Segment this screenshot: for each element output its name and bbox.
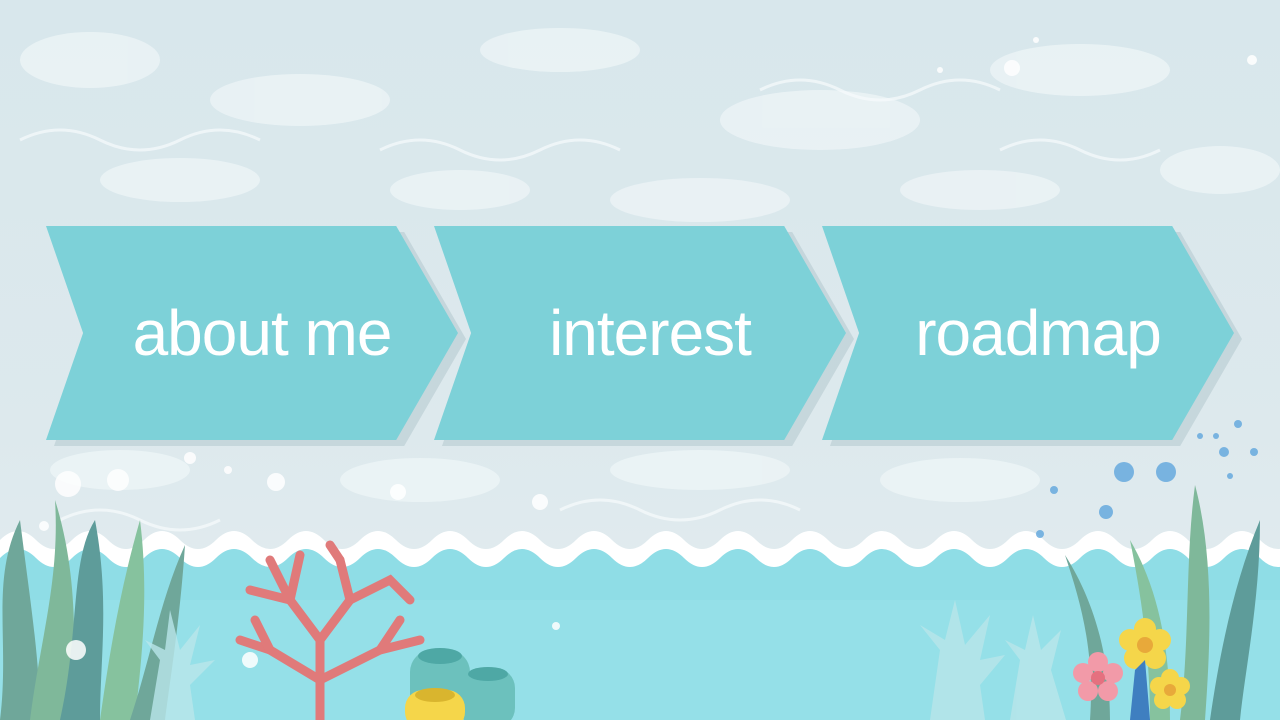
sponge-yellow <box>405 688 465 720</box>
chevron-interest[interactable]: interest <box>434 226 846 440</box>
chevron-label-roadmap: roadmap <box>915 297 1162 369</box>
chevron-label-interest: interest <box>549 297 752 369</box>
chevron-about-me[interactable]: about me <box>46 226 458 440</box>
chevron-label-about-me: about me <box>132 297 393 369</box>
chevron-roadmap[interactable]: roadmap <box>822 226 1234 440</box>
